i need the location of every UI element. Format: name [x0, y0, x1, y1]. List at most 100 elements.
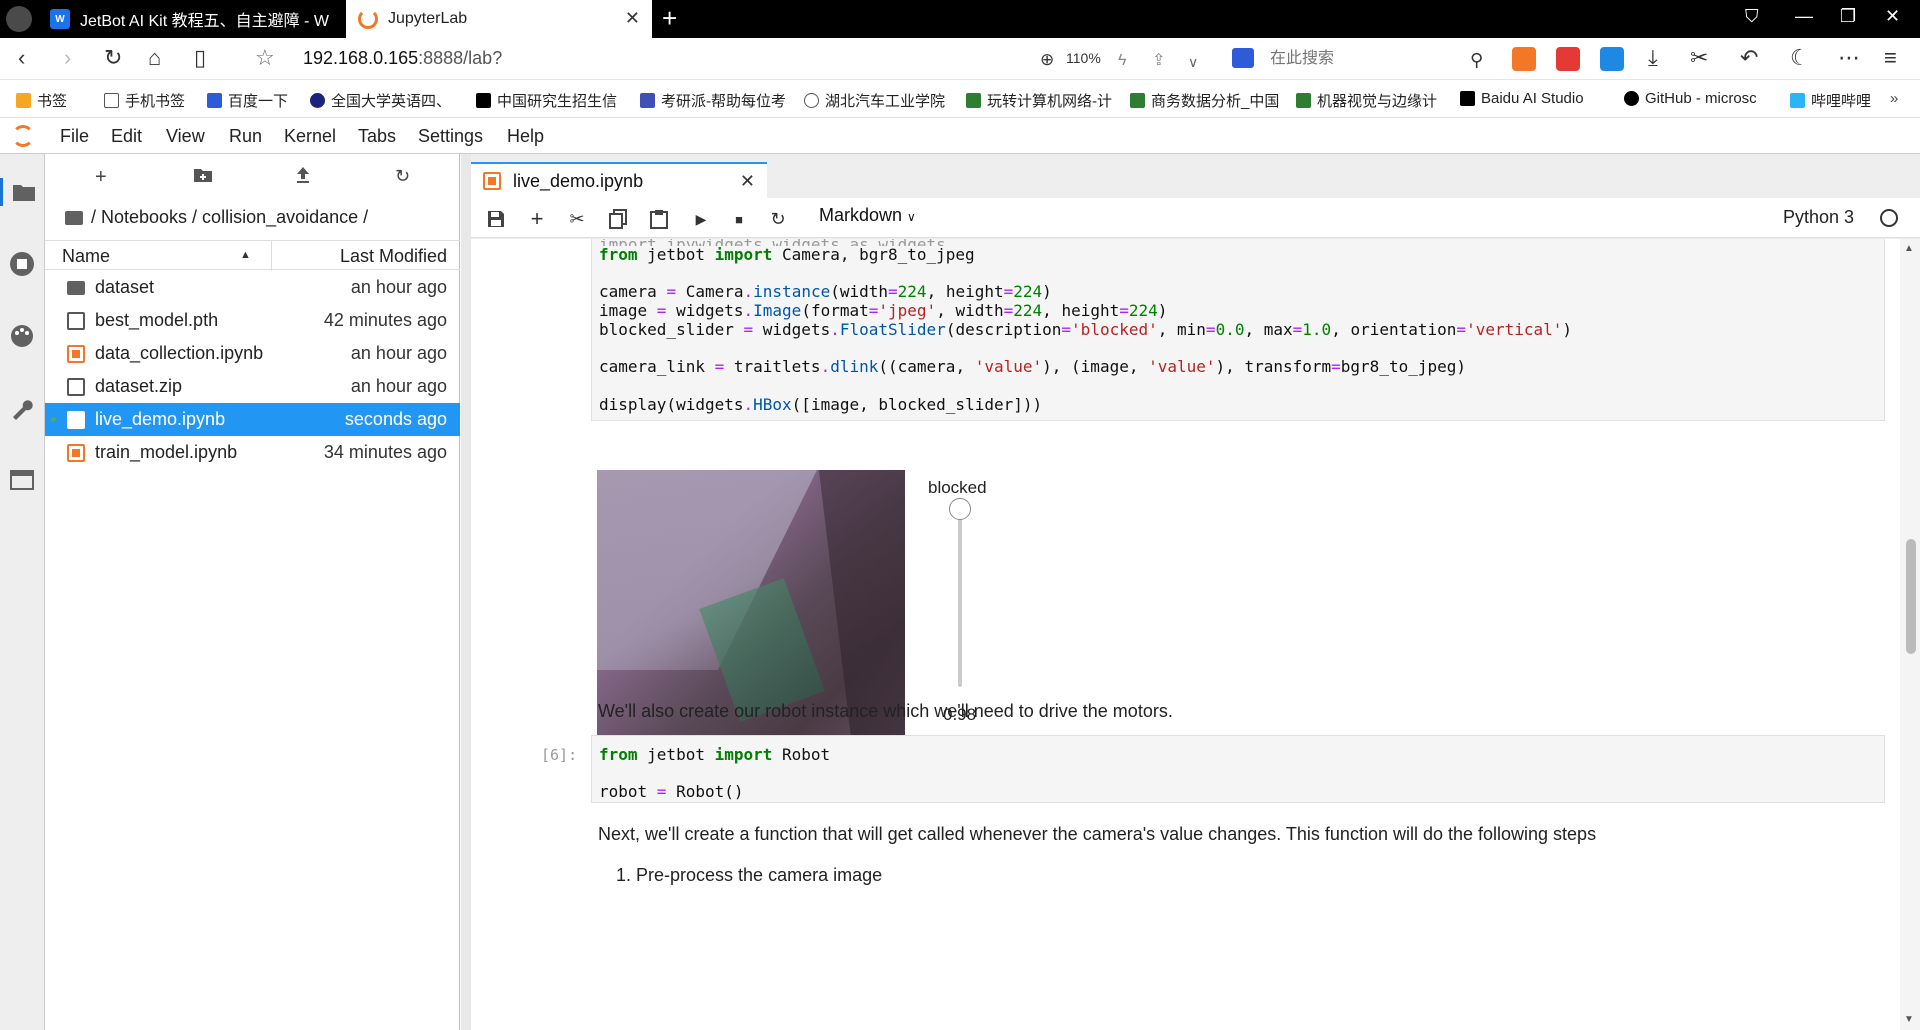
- panel-splitter[interactable]: [461, 154, 471, 1030]
- menu-edit[interactable]: Edit: [111, 126, 142, 147]
- zoom-icon[interactable]: ⊕: [1040, 48, 1054, 72]
- file-browser-tab[interactable]: [0, 178, 45, 206]
- running-tab[interactable]: [8, 250, 36, 278]
- undo-icon[interactable]: ↶: [1740, 46, 1758, 70]
- refresh-button[interactable]: ↻: [395, 166, 410, 187]
- interrupt-button[interactable]: ■: [728, 208, 750, 230]
- sort-up-icon[interactable]: ▲: [240, 249, 251, 261]
- bookmark-item[interactable]: 哔哩哔哩: [1790, 90, 1871, 111]
- file-row[interactable]: best_model.pth 42 minutes ago: [45, 304, 460, 337]
- kernel-name[interactable]: Python 3: [1783, 207, 1854, 228]
- menu-settings[interactable]: Settings: [418, 126, 483, 147]
- bookmark-item[interactable]: 中国研究生招生信: [476, 90, 617, 111]
- bookmark-item[interactable]: 百度一下: [207, 90, 288, 111]
- download-icon[interactable]: ⤓: [1648, 46, 1658, 70]
- hamburger-icon[interactable]: ≡: [1884, 46, 1897, 70]
- cell-type-select[interactable]: Markdown ∨: [819, 205, 916, 226]
- red-extension-icon[interactable]: [1556, 47, 1580, 71]
- upload-icon: [297, 167, 309, 183]
- share-icon[interactable]: ⇪: [1152, 49, 1165, 73]
- restart-button[interactable]: ↻: [767, 208, 789, 230]
- file-row[interactable]: train_model.ipynb 34 minutes ago: [45, 436, 460, 469]
- home-icon[interactable]: ⌂: [148, 46, 161, 70]
- bookmark-item[interactable]: 书签: [16, 90, 67, 111]
- lightning-icon[interactable]: ϟ: [1118, 49, 1126, 73]
- paste-button[interactable]: [648, 208, 670, 230]
- cell-prompt: [6]:: [541, 746, 578, 764]
- back-icon[interactable]: ‹: [18, 46, 25, 70]
- more-icon[interactable]: ⋯: [1838, 46, 1860, 70]
- bookmark-item[interactable]: Baidu AI Studio: [1460, 90, 1584, 107]
- moon-icon[interactable]: ☾: [1790, 46, 1810, 70]
- url-field[interactable]: 192.168.0.165:8888/lab?: [303, 48, 502, 69]
- menu-view[interactable]: View: [166, 126, 205, 147]
- column-last-modified[interactable]: Last Modified: [340, 246, 447, 267]
- upload-button[interactable]: [295, 166, 311, 190]
- scrollbar-thumb[interactable]: [1906, 539, 1916, 654]
- scroll-up-icon[interactable]: ▲: [1904, 243, 1914, 254]
- bookmark-item[interactable]: 商务数据分析_中国: [1130, 90, 1279, 111]
- bookmark-item[interactable]: GitHub - microsc: [1624, 90, 1757, 107]
- code-cell[interactable]: import ipywidgets.widgets as widgets fro…: [591, 239, 1885, 421]
- folder-icon[interactable]: [65, 210, 83, 225]
- search-input[interactable]: [1270, 47, 1490, 71]
- game-extension-icon[interactable]: [1512, 47, 1536, 71]
- code-cell[interactable]: from jetbot import Robot robot = Robot(): [591, 735, 1885, 803]
- close-icon[interactable]: ✕: [740, 171, 755, 192]
- new-launcher-button[interactable]: +: [95, 166, 107, 189]
- browser-tab-jetbot[interactable]: W JetBot AI Kit 教程五、自主避障 - W: [38, 0, 338, 38]
- new-folder-button[interactable]: [193, 166, 213, 189]
- reload-icon[interactable]: ↻: [104, 46, 122, 70]
- star-icon[interactable]: ☆: [255, 46, 275, 70]
- bookmark-item[interactable]: 湖北汽车工业学院: [804, 90, 945, 111]
- run-button[interactable]: ▶: [690, 208, 712, 230]
- tabs-tab[interactable]: [8, 466, 36, 494]
- palette-tab[interactable]: [8, 322, 36, 350]
- menu-run[interactable]: Run: [229, 126, 262, 147]
- minimize-icon[interactable]: —: [1795, 6, 1813, 27]
- menu-tabs[interactable]: Tabs: [358, 126, 396, 147]
- translate-icon[interactable]: [1600, 47, 1624, 71]
- blocked-slider-track[interactable]: [958, 505, 962, 687]
- column-divider[interactable]: [271, 241, 272, 271]
- breadcrumb-path[interactable]: / Notebooks / collision_avoidance /: [91, 207, 368, 228]
- chevron-down-icon[interactable]: ∨: [1188, 50, 1198, 74]
- insert-cell-button[interactable]: +: [526, 206, 548, 231]
- column-name[interactable]: Name: [62, 246, 110, 267]
- bookmark-item[interactable]: 机器视觉与边缘计: [1296, 90, 1437, 111]
- restore-icon[interactable]: ❐: [1840, 6, 1856, 27]
- forward-icon[interactable]: ›: [64, 46, 71, 70]
- scissors-icon[interactable]: ✂: [1690, 46, 1708, 70]
- zoom-level[interactable]: 110%: [1066, 50, 1101, 66]
- menu-help[interactable]: Help: [507, 126, 544, 147]
- cut-button[interactable]: ✂: [566, 208, 588, 230]
- file-row[interactable]: dataset an hour ago: [45, 271, 460, 304]
- file-row[interactable]: data_collection.ipynb an hour ago: [45, 337, 460, 370]
- bookmarks-overflow-icon[interactable]: »: [1890, 90, 1898, 107]
- file-row[interactable]: dataset.zip an hour ago: [45, 370, 460, 403]
- file-row-selected[interactable]: live_demo.ipynb seconds ago: [45, 403, 460, 436]
- bookmark-item[interactable]: 考研派-帮助每位考: [640, 90, 786, 111]
- notebook-content[interactable]: import ipywidgets.widgets as widgets fro…: [471, 239, 1900, 1030]
- blocked-slider-handle[interactable]: [949, 497, 971, 520]
- new-tab-button[interactable]: +: [662, 4, 677, 32]
- search-icon[interactable]: ⚲: [1470, 48, 1483, 72]
- baidu-logo-icon[interactable]: [1232, 48, 1254, 68]
- shirt-icon[interactable]: ⛉: [1745, 6, 1759, 27]
- baidu-icon: [207, 93, 222, 108]
- notebook-tab[interactable]: live_demo.ipynb ✕: [471, 162, 767, 198]
- tools-tab[interactable]: [8, 394, 36, 422]
- save-button[interactable]: [485, 208, 507, 230]
- window-close-icon[interactable]: ✕: [1885, 6, 1900, 27]
- scroll-down-icon[interactable]: ▼: [1904, 1014, 1914, 1025]
- close-icon[interactable]: ✕: [625, 8, 640, 29]
- menu-file[interactable]: File: [60, 126, 89, 147]
- bookmark-item[interactable]: 全国大学英语四、: [310, 90, 451, 111]
- notebook-scrollbar[interactable]: ▲ ▼: [1900, 239, 1920, 1030]
- bookmark-item[interactable]: 玩转计算机网络-计: [966, 90, 1112, 111]
- bookmark-item[interactable]: 手机书签: [104, 90, 185, 111]
- copy-button[interactable]: [607, 208, 629, 230]
- browser-tab-jupyterlab[interactable]: JupyterLab ✕: [346, 0, 652, 38]
- menu-kernel[interactable]: Kernel: [284, 126, 336, 147]
- reader-icon[interactable]: ▯: [194, 46, 206, 70]
